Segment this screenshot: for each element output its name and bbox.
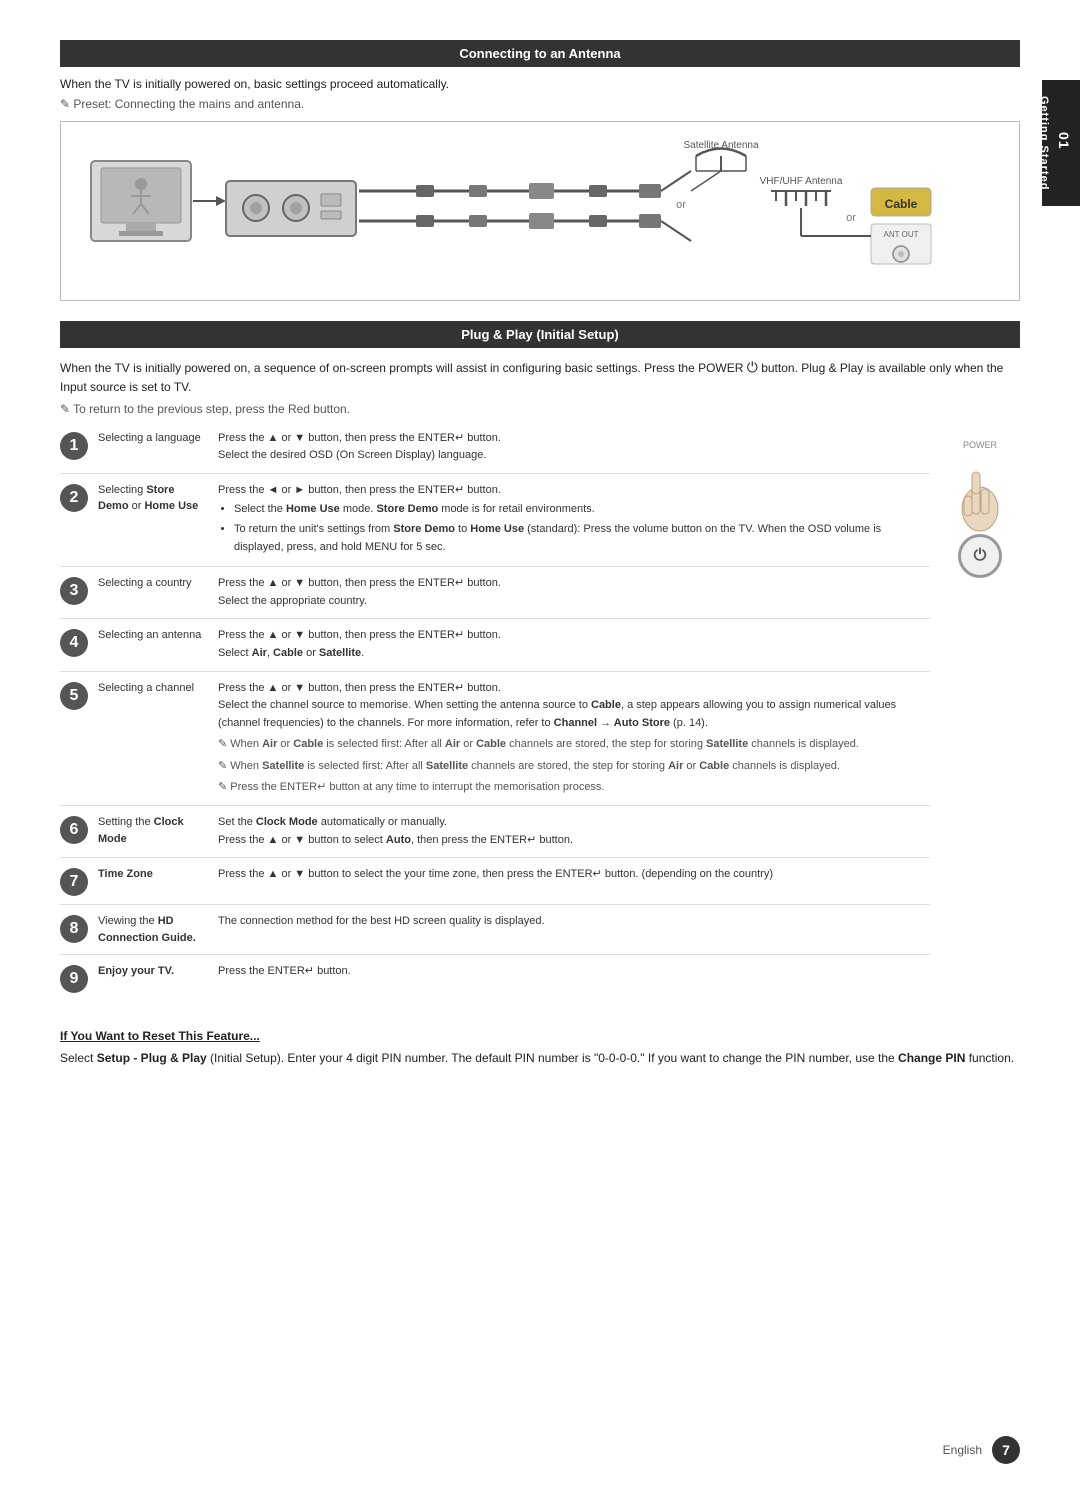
step-label-9: Enjoy your TV. xyxy=(98,963,218,980)
step-label-7: Time Zone xyxy=(98,866,218,883)
step-number-7: 7 xyxy=(60,868,88,896)
step-row-5: 5 Selecting a channel Press the ▲ or ▼ b… xyxy=(60,680,930,807)
footer-language: English xyxy=(943,1443,982,1457)
step-row-8: 8 Viewing the HD Connection Guide. The c… xyxy=(60,913,930,955)
section1-header: Connecting to an Antenna xyxy=(60,40,1020,67)
reset-title: If You Want to Reset This Feature... xyxy=(60,1029,1020,1043)
steps-list: 1 Selecting a language Press the ▲ or ▼ … xyxy=(60,430,930,1010)
step-row-2: 2 Selecting Store Demo or Home Use Press… xyxy=(60,482,930,567)
section2-note: To return to the previous step, press th… xyxy=(60,402,1020,416)
step-number-8: 8 xyxy=(60,915,88,943)
step-number-9: 9 xyxy=(60,965,88,993)
power-illustration: POWER ⏻ xyxy=(940,430,1020,1010)
footer: English 7 xyxy=(943,1436,1020,1464)
svg-text:ANT OUT: ANT OUT xyxy=(884,230,919,239)
step-row-4: 4 Selecting an antenna Press the ▲ or ▼ … xyxy=(60,627,930,671)
svg-text:VHF/UHF Antenna: VHF/UHF Antenna xyxy=(760,176,843,187)
power-label: POWER xyxy=(963,440,997,450)
section1-preset: Preset: Connecting the mains and antenna… xyxy=(60,97,1020,111)
step-desc-4: Press the ▲ or ▼ button, then press the … xyxy=(218,627,930,662)
side-tab-number: 01 xyxy=(1056,132,1072,150)
step-number-5: 5 xyxy=(60,682,88,710)
step-row-6: 6 Setting the Clock Mode Set the Clock M… xyxy=(60,814,930,858)
antenna-svg: or Satellite Antenna VHF/UHF Antenna Ca xyxy=(81,136,981,286)
step-number-3: 3 xyxy=(60,577,88,605)
section2-header: Plug & Play (Initial Setup) xyxy=(60,321,1020,348)
svg-text:or: or xyxy=(846,212,856,224)
step-number-1: 1 xyxy=(60,432,88,460)
step-number-2: 2 xyxy=(60,484,88,512)
step-desc-9: Press the ENTER↵ button. xyxy=(218,963,930,981)
step-label-3: Selecting a country xyxy=(98,575,218,592)
reset-section: If You Want to Reset This Feature... Sel… xyxy=(60,1029,1020,1068)
antenna-diagram: or Satellite Antenna VHF/UHF Antenna Ca xyxy=(60,121,1020,301)
step-label-2: Selecting Store Demo or Home Use xyxy=(98,482,218,515)
step-desc-5: Press the ▲ or ▼ button, then press the … xyxy=(218,680,930,798)
section2-intro: When the TV is initially powered on, a s… xyxy=(60,356,1020,398)
step-label-6: Setting the Clock Mode xyxy=(98,814,218,847)
section1-intro: When the TV is initially powered on, bas… xyxy=(60,75,1020,93)
page-container: 01 Getting Started Connecting to an Ante… xyxy=(0,0,1080,1494)
reset-text: Select Setup - Plug & Play (Initial Setu… xyxy=(60,1049,1020,1068)
step-row-3: 3 Selecting a country Press the ▲ or ▼ b… xyxy=(60,575,930,619)
step-label-8: Viewing the HD Connection Guide. xyxy=(98,913,218,946)
footer-page-number: 7 xyxy=(992,1436,1020,1464)
step-label-4: Selecting an antenna xyxy=(98,627,218,644)
side-tab-text: Getting Started xyxy=(1038,96,1050,190)
step-desc-8: The connection method for the best HD sc… xyxy=(218,913,930,931)
step-desc-3: Press the ▲ or ▼ button, then press the … xyxy=(218,575,930,610)
power-circle: ⏻ xyxy=(958,534,1002,578)
svg-text:or: or xyxy=(676,199,686,211)
step-label-5: Selecting a channel xyxy=(98,680,218,697)
power-hand-svg xyxy=(950,454,1010,534)
steps-container: 1 Selecting a language Press the ▲ or ▼ … xyxy=(60,430,1020,1010)
side-tab: 01 Getting Started xyxy=(1042,80,1080,206)
step-desc-1: Press the ▲ or ▼ button, then press the … xyxy=(218,430,930,465)
step-number-6: 6 xyxy=(60,816,88,844)
step-desc-7: Press the ▲ or ▼ button to select the yo… xyxy=(218,866,930,884)
step-row-7: 7 Time Zone Press the ▲ or ▼ button to s… xyxy=(60,866,930,905)
svg-text:Cable: Cable xyxy=(885,197,918,211)
step-row-1: 1 Selecting a language Press the ▲ or ▼ … xyxy=(60,430,930,474)
step-number-4: 4 xyxy=(60,629,88,657)
step-label-1: Selecting a language xyxy=(98,430,218,447)
step-desc-6: Set the Clock Mode automatically or manu… xyxy=(218,814,930,849)
step-desc-2: Press the ◄ or ► button, then press the … xyxy=(218,482,930,558)
step-row-9: 9 Enjoy your TV. Press the ENTER↵ button… xyxy=(60,963,930,1001)
